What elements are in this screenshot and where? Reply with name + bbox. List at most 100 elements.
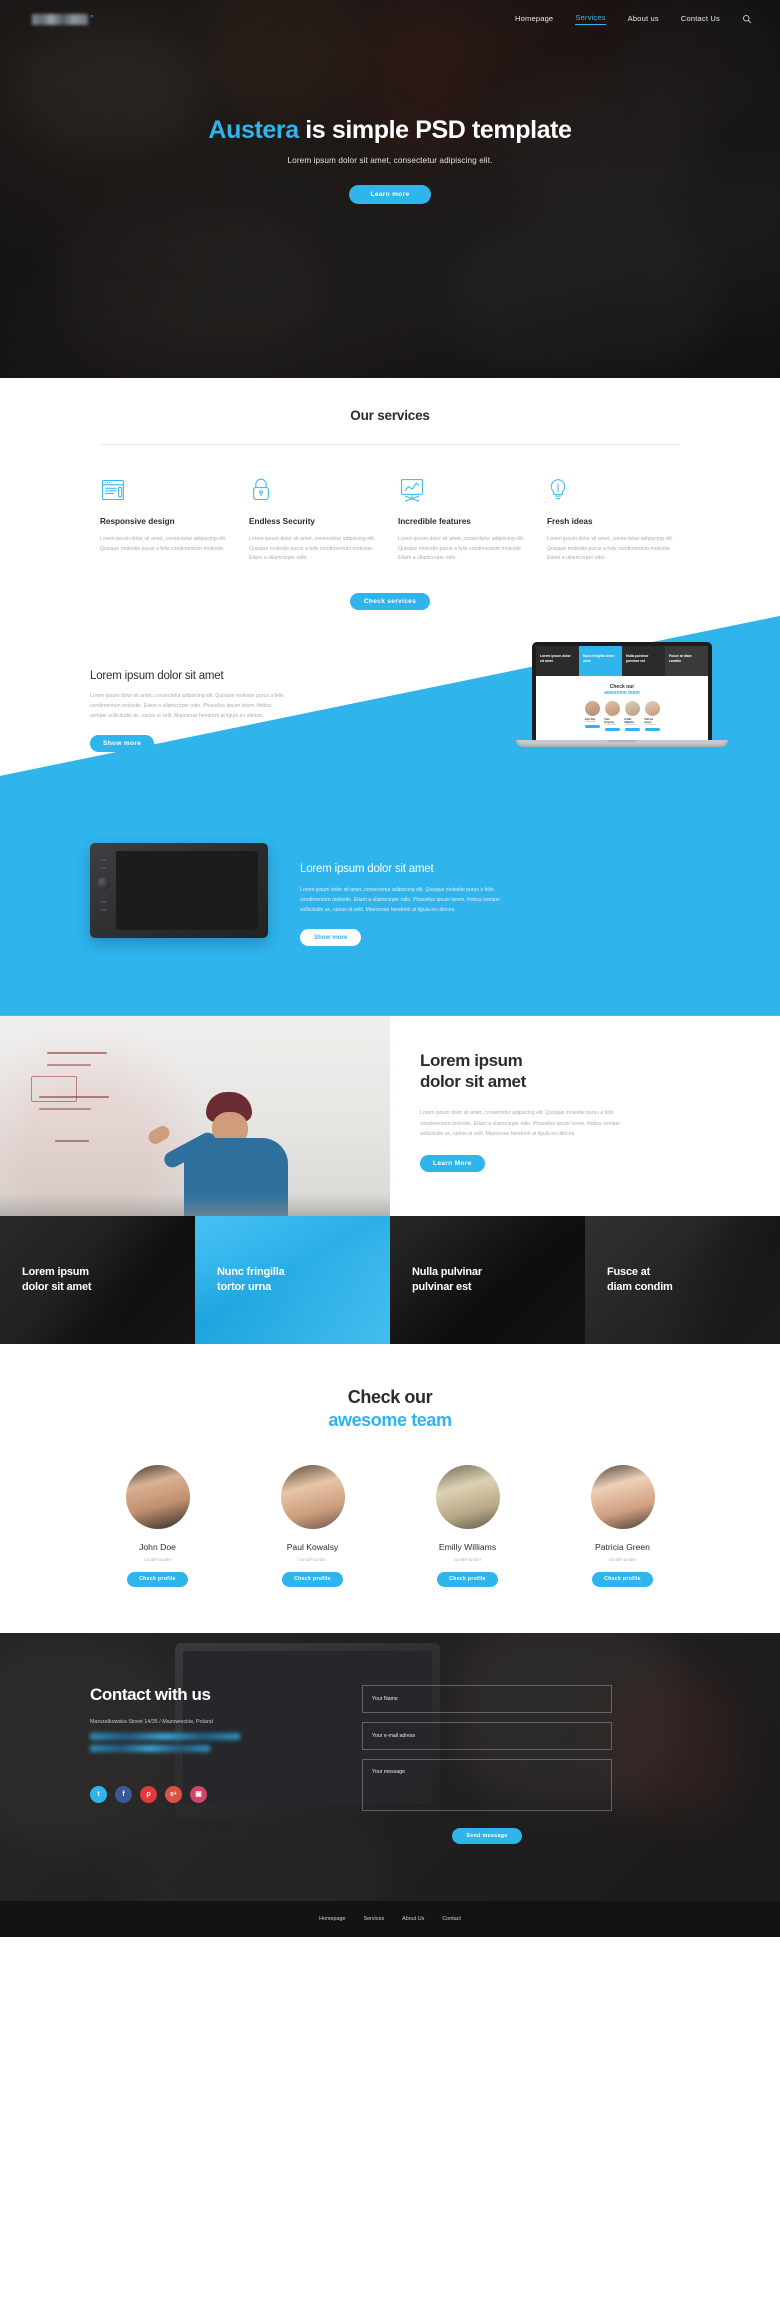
tile-label-line2: tortor urna <box>217 1280 272 1293</box>
hero-subtitle: Lorem ipsum dolor sit amet, consectetur … <box>287 155 493 165</box>
member-name: Emilly Williams <box>438 1541 497 1552</box>
check-profile-button[interactable]: Check profile <box>127 1571 188 1587</box>
feature-laptop-row: Lorem ipsum dolor sit amet Lorem ipsum d… <box>0 632 780 822</box>
feature-tablet-heading: Lorem ipsum dolor sit amet <box>300 862 434 875</box>
services-cta-row: Check services <box>0 590 780 610</box>
team-heading: Check our awesome team <box>0 1386 780 1433</box>
feature-tablet-row: Lorem ipsum dolor sit amet Lorem ipsum d… <box>0 821 780 1011</box>
tile-label: Nunc fringilla tortor urna <box>217 1265 285 1295</box>
team-member-john-doe: John Doe Ceo&Founder Check profile <box>80 1464 235 1587</box>
laptop-tile: Nunc fringilla tortor urna <box>579 645 622 676</box>
tile-label-line2: diam condim <box>607 1280 673 1293</box>
member-role: Ceo&Founder <box>298 1556 327 1562</box>
tile-label-line2: pulvinar est <box>412 1280 472 1293</box>
split-text-block: Lorem ipsum dolor sit amet Lorem ipsum d… <box>390 1016 780 1216</box>
site-footer: Homepage Services About Us Contact <box>0 1900 780 1937</box>
footer-link-services[interactable]: Services <box>363 1916 384 1922</box>
hero-title: Austera is simple PSD template <box>0 116 780 145</box>
tile-label-line1: Lorem ipsum <box>22 1266 89 1279</box>
service-card-endless-security: Endless Security Lorem ipsum dolor sit a… <box>249 473 382 564</box>
laptop-member-role: Ceo&Founder <box>624 723 636 726</box>
check-profile-button[interactable]: Check profile <box>592 1571 653 1587</box>
graphics-tablet-mockup <box>90 842 268 938</box>
laptop-mockup: Lorem ipsum dolor sit amet Nunc fringill… <box>516 641 728 747</box>
logo-wordmark <box>32 13 88 25</box>
diagonal-feature-section: Lorem ipsum dolor sit amet Lorem ipsum d… <box>0 615 780 1016</box>
contact-content: Contact with us Marszalkowska Street 14/… <box>0 1633 780 1844</box>
team-section: Check our awesome team John Doe Ceo&Foun… <box>0 1343 780 1633</box>
contact-detail-redacted-2 <box>90 1744 210 1752</box>
graphics-tablet-button <box>100 900 107 903</box>
tile-label-line1: Fusce at <box>607 1266 651 1279</box>
split-paragraph: Lorem ipsum dolor sit amet, consectetur … <box>420 1110 621 1137</box>
contact-heading: Contact with us <box>90 1684 211 1704</box>
laptop-member-button <box>584 724 600 729</box>
footer-link-homepage[interactable]: Homepage <box>319 1916 345 1922</box>
hero-learn-more-button[interactable]: Learn more <box>348 184 432 204</box>
member-role: Ceo&Founder <box>143 1556 172 1562</box>
graphics-tablet-button <box>100 858 107 861</box>
team-member-patricia-green: Patricia Green Ceo&Founder Check profile <box>545 1464 700 1587</box>
service-text: Lorem ipsum dolor sit amet, consectetur … <box>249 536 376 562</box>
twitter-icon[interactable]: t <box>90 1785 107 1803</box>
pinterest-icon[interactable]: p <box>140 1785 157 1803</box>
laptop-screen-content: Lorem ipsum dolor sit amet Nunc fringill… <box>536 645 708 740</box>
contact-email-input[interactable]: Your e-mail adress <box>362 1721 612 1750</box>
check-services-button[interactable]: Check services <box>349 592 431 610</box>
instagram-icon[interactable]: ▣ <box>190 1785 207 1803</box>
nav-link-homepage[interactable]: Homepage <box>515 14 553 25</box>
avatar <box>125 1464 190 1529</box>
feature-tile-1[interactable]: Lorem ipsum dolor sit amet <box>0 1215 195 1344</box>
member-name: John Doe <box>139 1541 176 1552</box>
graphics-tablet-button <box>100 866 107 869</box>
check-profile-button[interactable]: Check profile <box>437 1571 498 1587</box>
hero-title-accent: Austera <box>208 116 299 144</box>
split-heading-line2: dolor sit amet <box>420 1072 526 1092</box>
footer-link-about-us[interactable]: About Us <box>402 1916 424 1922</box>
graphics-tablet-dial <box>97 876 110 890</box>
feature-tile-4[interactable]: Fusce at diam condim <box>585 1215 780 1344</box>
send-message-button[interactable]: Send message <box>452 1827 522 1844</box>
laptop-tile: Fusce at diam condim <box>665 645 708 676</box>
contact-name-input[interactable]: Your Name <box>362 1684 612 1713</box>
feature-tablet-show-more-button[interactable]: Show more <box>300 928 362 946</box>
service-text: Lorem ipsum dolor sit amet, consectetur … <box>100 536 227 552</box>
feature-tiles-section: Lorem ipsum dolor sit amet Nunc fringill… <box>0 1215 780 1344</box>
google-plus-icon[interactable]: g+ <box>165 1785 182 1803</box>
lightbulb-icon <box>547 473 680 503</box>
services-section: Our services Responsive design Lorem ips… <box>0 378 780 610</box>
laptop-team-member: John Doe Ceo&Founder <box>584 700 600 732</box>
feature-tile-3[interactable]: Nulla pulvinar pulvinar est <box>390 1215 585 1344</box>
laptop-tiles-strip: Lorem ipsum dolor sit amet Nunc fringill… <box>536 645 708 676</box>
avatar <box>280 1464 345 1529</box>
contact-section: Contact with us Marszalkowska Street 14/… <box>0 1632 780 1901</box>
footer-link-contact[interactable]: Contact <box>442 1916 461 1922</box>
hero-section: ° Homepage Services About us Contact Us … <box>0 0 780 378</box>
team-heading-line1: Check our <box>347 1386 433 1407</box>
check-profile-button[interactable]: Check profile <box>282 1571 343 1587</box>
team-grid: John Doe Ceo&Founder Check profile Paul … <box>80 1464 700 1587</box>
contact-form: Your Name Your e-mail adress Your messag… <box>362 1684 612 1844</box>
search-icon[interactable] <box>742 14 752 24</box>
laptop-tile: Lorem ipsum dolor sit amet <box>536 645 579 676</box>
contact-info-block: Contact with us Marszalkowska Street 14/… <box>90 1685 350 1844</box>
contact-message-textarea[interactable]: Your message <box>362 1758 612 1811</box>
site-logo[interactable]: ° <box>32 13 94 25</box>
service-card-incredible-features: Incredible features Lorem ipsum dolor si… <box>398 473 531 564</box>
split-learn-more-button[interactable]: Learn More <box>420 1154 485 1172</box>
services-divider <box>100 444 680 445</box>
feature-tablet-text-block: Lorem ipsum dolor sit amet Lorem ipsum d… <box>300 863 505 946</box>
laptop-member-button <box>644 727 660 732</box>
hero-content: Austera is simple PSD template Lorem ips… <box>0 38 780 204</box>
nav-link-about-us[interactable]: About us <box>628 14 659 25</box>
member-role: Ceo&Founder <box>453 1556 482 1562</box>
nav-link-contact-us[interactable]: Contact Us <box>681 14 720 25</box>
feature-tile-2[interactable]: Nunc fringilla tortor urna <box>195 1215 390 1344</box>
facebook-icon[interactable]: f <box>115 1785 132 1803</box>
contact-send-row: Send message <box>362 1824 612 1844</box>
service-text: Lorem ipsum dolor sit amet, consectetur … <box>547 536 674 562</box>
nav-link-services[interactable]: Services <box>575 13 606 25</box>
feature-laptop-show-more-button[interactable]: Show more <box>90 734 155 752</box>
split-feature-section: Lorem ipsum dolor sit amet Lorem ipsum d… <box>0 1015 780 1216</box>
padlock-icon <box>249 473 382 503</box>
